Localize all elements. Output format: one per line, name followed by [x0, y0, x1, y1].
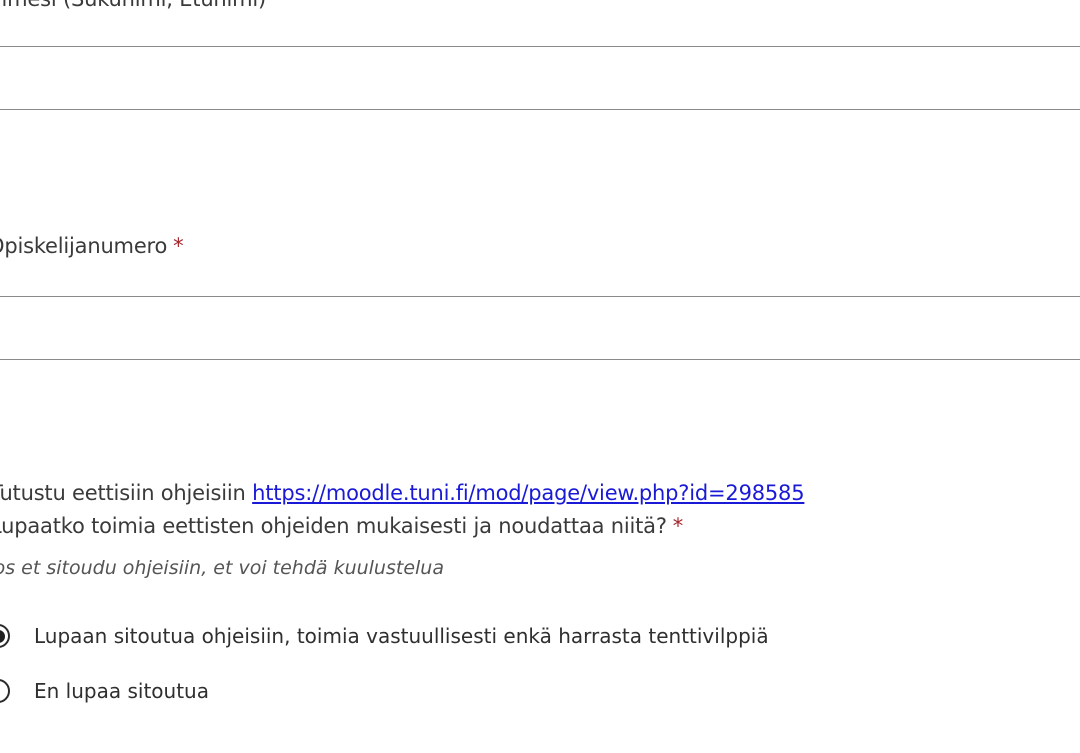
required-asterisk: *	[173, 234, 184, 258]
ethics-hint: Jos et sitoudu ohjeisiin, et voi tehdä k…	[0, 557, 444, 579]
radio-dot	[0, 629, 5, 643]
required-asterisk: *	[672, 514, 684, 538]
radio-unselected-icon[interactable]	[0, 679, 10, 703]
radio-selected-icon[interactable]	[0, 624, 10, 648]
option-commit[interactable]: Lupaan sitoutua ohjeisiin, toimia vastuu…	[0, 624, 769, 648]
ethics-question-label: Lupaatko toimia eettisten ohjeiden mukai…	[0, 514, 683, 538]
option-decline[interactable]: En lupaa sitoutua	[0, 679, 209, 703]
name-question-label: Nimesi (Sukunimi, Etunimi)	[0, 0, 266, 11]
name-question-text: Nimesi (Sukunimi, Etunimi)	[0, 0, 266, 11]
option-commit-label: Lupaan sitoutua ohjeisiin, toimia vastuu…	[34, 624, 769, 648]
student-number-input[interactable]	[0, 297, 1080, 359]
form-page: Nimesi (Sukunimi, Etunimi) Opiskelijanum…	[0, 0, 1080, 753]
name-input[interactable]	[0, 47, 1080, 109]
student-number-input-field[interactable]	[0, 296, 1080, 360]
ethics-intro-line: Tutustu eettisiin ohjeisiin https://mood…	[0, 481, 805, 505]
ethics-intro-text: Tutustu eettisiin ohjeisiin	[0, 481, 253, 505]
ethics-question-text: Lupaatko toimia eettisten ohjeiden mukai…	[0, 514, 667, 538]
option-decline-label: En lupaa sitoutua	[34, 679, 209, 703]
student-number-question-label: Opiskelijanumero *	[0, 234, 184, 258]
student-number-question-text: Opiskelijanumero	[0, 234, 168, 258]
name-input-field[interactable]	[0, 46, 1080, 110]
ethics-guidelines-link[interactable]: https://moodle.tuni.fi/mod/page/view.php…	[252, 481, 804, 505]
